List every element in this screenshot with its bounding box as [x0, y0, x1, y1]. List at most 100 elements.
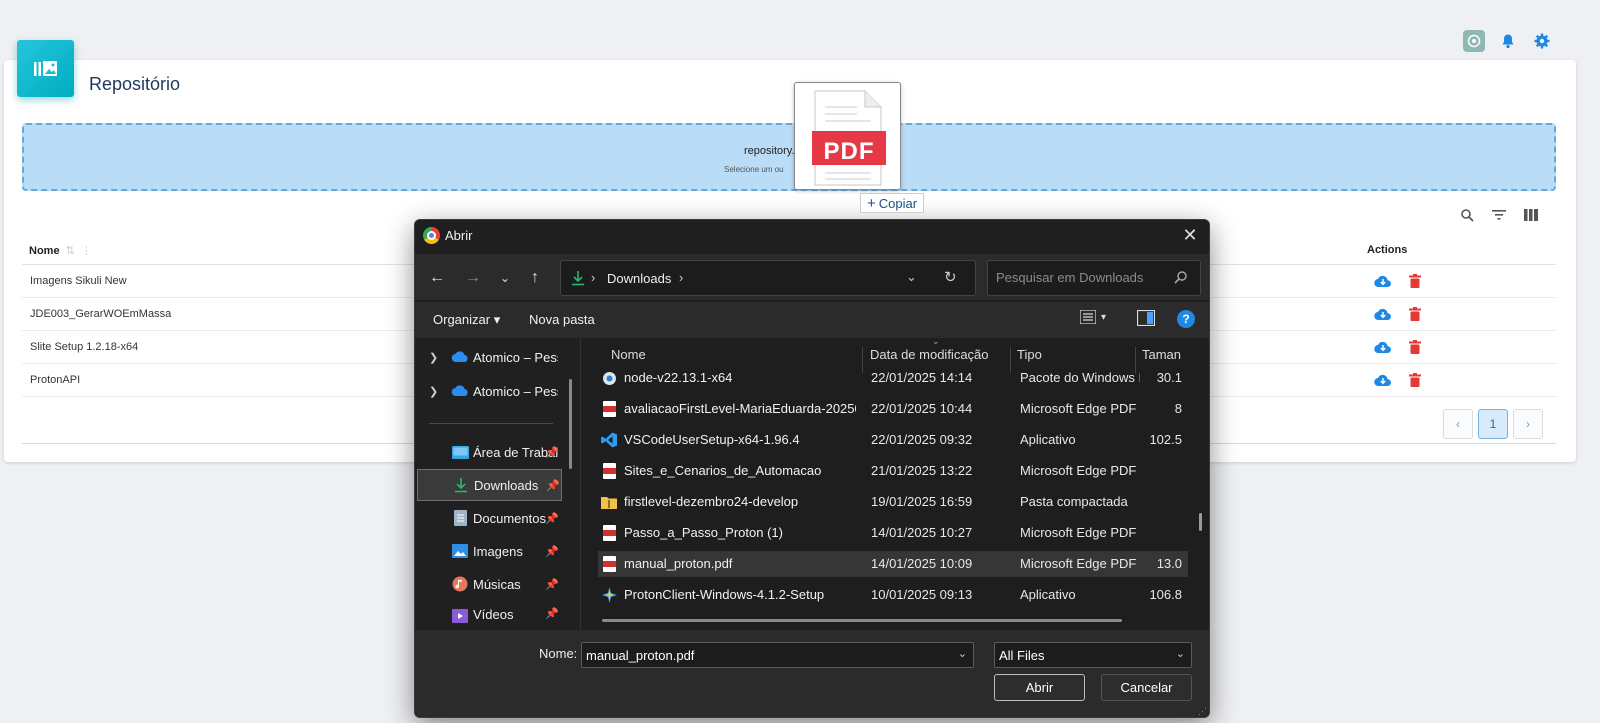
file-row[interactable]: Sites_e_Cenarios_de_Automacao 21/01/2025… [598, 458, 1188, 484]
column-header-type[interactable]: Tipo [1017, 347, 1042, 362]
download-icon [452, 476, 470, 494]
file-date: 21/01/2025 13:22 [871, 463, 973, 478]
file-date: 10/01/2025 09:13 [871, 587, 973, 602]
file-date: 22/01/2025 09:32 [871, 432, 973, 447]
search-input[interactable] [996, 270, 1166, 285]
back-arrow-icon[interactable]: ← [427, 268, 447, 288]
sidebar-scrollbar[interactable] [569, 379, 572, 469]
file-name: firstlevel-dezembro24-develop [624, 494, 799, 509]
page-title: Repositório [89, 74, 181, 94]
chevron-down-icon[interactable]: ⌄ [958, 647, 967, 660]
file-date: 22/01/2025 14:14 [871, 370, 973, 385]
filter-icon[interactable] [1490, 206, 1508, 224]
dialog-title: Abrir [445, 228, 473, 243]
sidebar-item-label: Atomico – Pessoal [473, 349, 558, 365]
trash-icon[interactable] [1406, 305, 1424, 323]
bell-icon[interactable] [1497, 30, 1519, 52]
help-icon[interactable]: ? [1177, 310, 1195, 328]
column-header-name[interactable]: Nome [611, 347, 646, 362]
desktop-icon [451, 443, 469, 461]
cloud-download-icon[interactable] [1374, 338, 1392, 356]
cancel-button[interactable]: Cancelar [1101, 674, 1192, 701]
dialog-footer: Nome: manual_proton.pdf ⌄ All Files ⌄ Ab… [415, 630, 1209, 717]
file-size: 13.0 [1156, 556, 1182, 571]
command-bar: Organizar ▾ Nova pasta ▾ ? [415, 302, 1209, 338]
file-row[interactable]: avaliacaoFirstLevel-MariaEduarda-2025012… [598, 396, 1188, 422]
file-date: 14/01/2025 10:09 [871, 556, 973, 571]
up-arrow-icon[interactable]: ↑ [525, 268, 545, 288]
sidebar-item-onedrive[interactable]: ❯ Atomico – Pessoal [417, 341, 562, 373]
refresh-icon[interactable]: ↻ [944, 268, 957, 286]
search-icon[interactable] [1174, 270, 1188, 289]
sort-icon[interactable]: ⇅ [66, 244, 75, 257]
pagination: ‹ 1 › [1443, 409, 1543, 439]
file-size: 102.5 [1149, 432, 1182, 447]
horizontal-scrollbar[interactable] [602, 619, 1122, 622]
file-name: node-v22.13.1-x64 [624, 370, 733, 385]
gear-icon[interactable] [1531, 30, 1553, 52]
file-name-label: Nome: [539, 646, 578, 661]
file-row[interactable]: VSCodeUserSetup-x64-1.96.4 22/01/2025 09… [598, 427, 1188, 453]
prev-page-button[interactable]: ‹ [1443, 409, 1473, 439]
pdf-file-icon [601, 462, 617, 480]
search-icon[interactable] [1458, 206, 1476, 224]
close-icon[interactable]: ✕ [1179, 224, 1201, 246]
pin-icon: 📌 [545, 578, 559, 591]
chatgpt-icon[interactable] [1463, 30, 1485, 52]
organize-label: Organizar [433, 312, 491, 327]
preview-pane-icon[interactable] [1136, 309, 1156, 329]
file-type-select[interactable]: All Files ⌄ [994, 642, 1192, 668]
forward-arrow-icon[interactable]: → [463, 268, 483, 288]
address-current-folder[interactable]: Downloads [607, 271, 671, 286]
new-folder-button[interactable]: Nova pasta [529, 312, 595, 327]
column-menu-icon[interactable]: ⋮ [81, 244, 92, 257]
file-name-value[interactable]: manual_proton.pdf [586, 648, 694, 663]
open-button[interactable]: Abrir [994, 674, 1085, 701]
sidebar-item-onedrive[interactable]: ❯ Atomico – Pessoal [417, 375, 562, 407]
file-row[interactable]: ProtonClient-Windows-4.1.2-Setup 10/01/2… [598, 582, 1188, 608]
view-options-button[interactable]: ▾ [1080, 310, 1106, 324]
file-name-combobox[interactable]: manual_proton.pdf ⌄ [581, 642, 974, 668]
file-type: Pasta compactada [1020, 494, 1128, 509]
chevron-down-icon[interactable]: ⌄ [1176, 647, 1185, 660]
cloud-download-icon[interactable] [1374, 272, 1392, 290]
search-box[interactable] [987, 260, 1201, 296]
pdf-file-icon [601, 555, 617, 573]
trash-icon[interactable] [1406, 338, 1424, 356]
pin-icon: 📌 [546, 479, 560, 492]
column-header-date[interactable]: Data de modificação [870, 347, 989, 362]
column-header-size[interactable]: Taman [1142, 347, 1181, 362]
row-name: JDE003_GerarWOEmMassa [30, 308, 172, 320]
file-row[interactable]: node-v22.13.1-x64 22/01/2025 14:14 Pacot… [598, 365, 1188, 391]
file-size: 8 [1174, 401, 1182, 416]
sidebar-item-label: Atomico – Pessoal [473, 383, 558, 399]
sidebar-item-pictures[interactable]: Imagens 📌 [417, 535, 562, 567]
upload-dropzone[interactable]: repository. Selecione um ou [22, 123, 1556, 191]
sidebar-item-music[interactable]: Músicas 📌 [417, 568, 562, 600]
cloud-download-icon[interactable] [1374, 371, 1392, 389]
file-row-selected[interactable]: manual_proton.pdf 14/01/2025 10:09 Micro… [598, 551, 1188, 577]
columns-icon[interactable] [1522, 206, 1540, 224]
file-row[interactable]: Passo_a_Passo_Proton (1) 14/01/2025 10:2… [598, 520, 1188, 546]
organize-menu[interactable]: Organizar ▾ [433, 312, 500, 328]
pin-icon: 📌 [545, 512, 559, 525]
sidebar-item-documents[interactable]: Documentos 📌 [417, 502, 562, 534]
column-header-name[interactable]: Nome ⇅ ⋮ [29, 244, 92, 258]
file-date: 14/01/2025 10:27 [871, 525, 973, 540]
page-button[interactable]: 1 [1478, 409, 1508, 439]
vertical-scrollbar[interactable] [1199, 513, 1202, 531]
address-history-chevron-icon[interactable]: ⌄ [906, 269, 917, 285]
breadcrumb-separator[interactable]: › [679, 270, 683, 285]
trash-icon[interactable] [1406, 371, 1424, 389]
sidebar-item-videos[interactable]: Vídeos 📌 [417, 601, 562, 627]
file-row[interactable]: firstlevel-dezembro24-develop 19/01/2025… [598, 489, 1188, 515]
trash-icon[interactable] [1406, 272, 1424, 290]
cloud-download-icon[interactable] [1374, 305, 1392, 323]
sidebar-item-desktop[interactable]: Área de Trabalho 📌 [417, 436, 562, 468]
sidebar-item-downloads[interactable]: Downloads 📌 [417, 469, 562, 501]
resize-grip-icon[interactable]: ⋰ [1198, 706, 1207, 717]
recent-locations-chevron-icon[interactable]: ⌄ [495, 268, 515, 288]
next-page-button[interactable]: › [1513, 409, 1543, 439]
dialog-titlebar[interactable]: Abrir ✕ [415, 220, 1209, 252]
address-bar[interactable]: › Downloads › ⌄ ↻ [560, 260, 976, 296]
